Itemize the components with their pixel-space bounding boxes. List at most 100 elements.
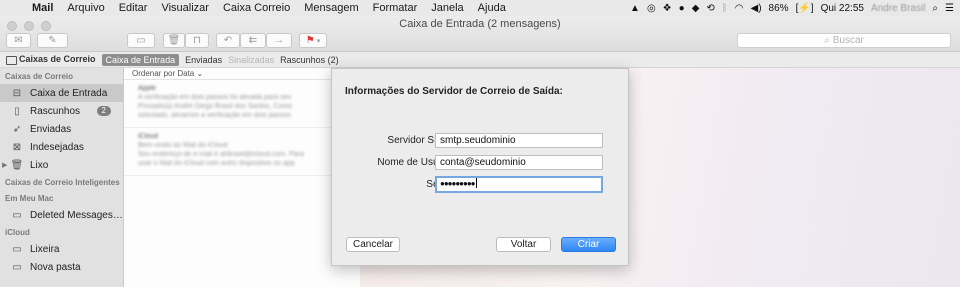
flag-button[interactable]: ⚑ ▾ <box>299 33 327 48</box>
reply-all-button[interactable]: ⇇ <box>240 33 266 48</box>
message-sender: iCloud <box>138 133 158 140</box>
back-button[interactable]: Voltar <box>496 237 551 252</box>
user-name[interactable]: Andre Brasil <box>871 3 925 14</box>
list-item[interactable]: iCloud Bem-vindo ao Mail do iCloud Seu e… <box>124 128 360 176</box>
menu-caixa-correio[interactable]: Caixa Correio <box>216 2 297 14</box>
compose-icon: ✎ <box>48 35 57 46</box>
notification-center-icon[interactable]: ☰ <box>945 3 954 14</box>
trash-icon: 🗑 <box>167 35 181 46</box>
status-area: ▲ ◎ ❖ ● ◆ ⟲ ᛒ ◠ ◀) 86% [⚡] Qui 22:55 And… <box>630 0 954 16</box>
folder-icon: ▭ <box>12 209 22 221</box>
menu-arquivo[interactable]: Arquivo <box>60 2 111 14</box>
archive-icon: ▭ <box>136 35 146 46</box>
forward-button[interactable]: → <box>266 33 292 48</box>
smtp-server-field[interactable]: smtp.seudominio <box>435 133 603 148</box>
compose-button[interactable]: ✎ <box>37 33 68 48</box>
junk-icon: ⊓ <box>193 35 201 46</box>
fav-sent[interactable]: Enviadas <box>185 55 222 65</box>
message-subject: Bem-vindo ao Mail do iCloud <box>138 142 228 149</box>
evernote-icon[interactable]: ◆ <box>692 3 700 14</box>
battery-icon[interactable]: [⚡] <box>796 3 814 14</box>
menu-formatar[interactable]: Formatar <box>366 2 425 14</box>
dialog-title: Informações do Servidor de Correio de Sa… <box>345 86 563 97</box>
delete-button[interactable]: 🗑 <box>163 33 185 48</box>
sidebar-item-junk[interactable]: ⊠ Indesejadas <box>0 138 123 156</box>
sort-control[interactable]: Ordenar por Data ⌄ <box>124 68 360 80</box>
search-input[interactable]: ⌕ Buscar <box>737 33 951 48</box>
sidebar-item-label: Indesejadas <box>30 141 84 153</box>
sidebar-item-label: Nova pasta <box>30 261 81 273</box>
volume-icon[interactable]: ◀) <box>751 3 762 14</box>
cancel-button[interactable]: Cancelar <box>346 237 400 252</box>
app-icon[interactable]: ● <box>679 3 685 14</box>
outgoing-server-dialog: Informações do Servidor de Correio de Sa… <box>331 68 629 266</box>
sync-icon[interactable]: ◎ <box>647 3 656 14</box>
sidebar-section-icloud[interactable]: iCloud <box>0 224 123 240</box>
menu-visualizar[interactable]: Visualizar <box>154 2 216 14</box>
paper-plane-icon: ➶ <box>12 123 22 135</box>
window-title: Caixa de Entrada (2 mensagens) <box>399 18 561 30</box>
search-icon: ⌕ <box>824 35 830 46</box>
wifi-icon[interactable]: ◠ <box>735 3 744 14</box>
flag-icon: ⚑ <box>305 35 315 46</box>
folder-icon: ▭ <box>12 243 22 255</box>
sidebar-item-inbox[interactable]: ⊟ Caixa de Entrada <box>0 84 123 102</box>
menu-app-mail[interactable]: Mail <box>28 2 60 14</box>
sidebar: Caixas de Correio ⊟ Caixa de Entrada ▯ R… <box>0 68 124 287</box>
archive-button[interactable]: ▭ <box>127 33 155 48</box>
time-machine-icon[interactable]: ⟲ <box>706 3 714 14</box>
username-field[interactable]: conta@seudominio <box>435 155 603 170</box>
window-toolbar: Caixa de Entrada (2 mensagens) ✉ ✎ ▭ 🗑 ⊓… <box>0 16 960 52</box>
search-placeholder: Buscar <box>832 35 864 46</box>
text-caret <box>475 178 477 189</box>
sidebar-item-label: Lixo <box>30 159 49 171</box>
junk-button[interactable]: ⊓ <box>185 33 209 48</box>
sidebar-item-trash[interactable]: ▶ 🗑 Lixo <box>0 156 123 174</box>
get-mail-button[interactable]: ✉ <box>6 33 31 48</box>
sidebar-item-sent[interactable]: ➶ Enviadas <box>0 120 123 138</box>
sidebar-section-mailboxes[interactable]: Caixas de Correio <box>0 68 123 84</box>
reply-icon: ↶ <box>223 35 233 46</box>
list-item[interactable]: Apple A verificação em dois passos foi a… <box>124 80 360 128</box>
favorites-bar: Caixas de Correio Caixa de Entrada Envia… <box>0 52 960 68</box>
document-icon: ▯ <box>14 105 20 117</box>
sidebar-item-label: Caixa de Entrada <box>30 87 108 99</box>
sidebar-item-label: Enviadas <box>30 123 72 135</box>
menu-editar[interactable]: Editar <box>112 2 155 14</box>
message-sender: Apple <box>138 85 156 92</box>
reply-button[interactable]: ↶ <box>216 33 240 48</box>
inbox-icon: ⊟ <box>12 87 22 99</box>
menu-ajuda[interactable]: Ajuda <box>471 2 513 14</box>
password-dots: ●●●●●●●●● <box>440 179 475 188</box>
dropbox-icon[interactable]: ❖ <box>663 3 672 14</box>
message-subject: A verificação em dois passos foi ativada… <box>138 94 292 101</box>
message-preview: Seu endereço de e-mail é ahbrasil@icloud… <box>138 151 304 158</box>
spotlight-icon[interactable]: ⌕ <box>932 3 938 14</box>
bluetooth-icon[interactable]: ᛒ <box>722 3 728 14</box>
message-preview: solicitado, ativamos a verificação em do… <box>138 112 291 119</box>
sidebar-item-label: Rascunhos <box>30 105 81 117</box>
menu-mensagem[interactable]: Mensagem <box>297 2 365 14</box>
trash-icon: 🗑 <box>10 159 24 171</box>
message-preview: Prezado(a) André Diego Brasil dos Santos… <box>138 103 293 110</box>
sidebar-item-new-folder[interactable]: ▭ Nova pasta <box>0 258 123 276</box>
fav-flagged[interactable]: Sinalizadas <box>228 55 274 65</box>
sidebar-item-deleted-messages[interactable]: ▭ Deleted Messages… <box>0 206 123 224</box>
folder-icon: ▭ <box>12 261 22 273</box>
sidebar-item-label: Lixeira <box>30 243 60 255</box>
battery-percent: 86% <box>768 2 789 14</box>
menu-janela[interactable]: Janela <box>424 2 470 14</box>
clock[interactable]: Qui 22:55 <box>821 3 864 14</box>
drive-icon[interactable]: ▲ <box>630 3 640 14</box>
password-field[interactable]: ●●●●●●●●● <box>435 176 603 193</box>
fav-drafts[interactable]: Rascunhos (2) <box>280 55 339 65</box>
sidebar-section-smart[interactable]: Caixas de Correio Inteligentes <box>0 174 123 190</box>
fav-inbox[interactable]: Caixa de Entrada <box>101 53 180 66</box>
forward-icon: → <box>274 35 284 46</box>
sidebar-section-on-my-mac[interactable]: Em Meu Mac <box>0 190 123 206</box>
sidebar-item-drafts[interactable]: ▯ Rascunhos 2 <box>0 102 123 120</box>
sidebar-item-icloud-trash[interactable]: ▭ Lixeira <box>0 240 123 258</box>
create-button[interactable]: Criar <box>561 237 616 252</box>
fav-mailboxes[interactable]: Caixas de Correio <box>6 54 96 65</box>
disclosure-triangle-icon[interactable]: ▶ <box>2 161 7 169</box>
